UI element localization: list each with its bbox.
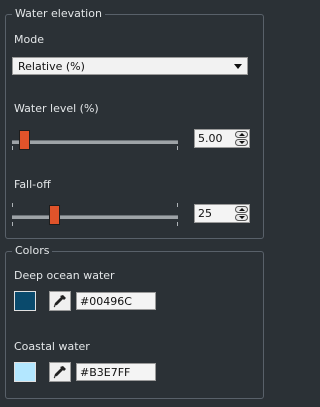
water-level-value: 5.00 (198, 132, 223, 145)
mode-label: Mode (14, 33, 44, 46)
spin-up-icon[interactable] (235, 206, 248, 213)
deep-ocean-eyedropper-button[interactable] (49, 291, 71, 311)
slider-groove (12, 140, 178, 144)
slider-tick (177, 222, 178, 226)
coastal-water-hex-input[interactable]: #B3E7FF (76, 363, 156, 381)
deep-ocean-label: Deep ocean water (14, 269, 115, 282)
water-level-label: Water level (%) (14, 102, 99, 115)
slider-tick (12, 203, 13, 207)
spin-up-icon[interactable] (235, 131, 248, 138)
colors-group: Colors Deep ocean water #00496C Coastal … (5, 244, 264, 399)
falloff-spinbox[interactable]: 25 (194, 204, 250, 223)
mode-dropdown-value: Relative (%) (18, 60, 85, 73)
eyedropper-icon (53, 295, 66, 308)
falloff-slider[interactable] (12, 203, 178, 227)
slider-tick (12, 146, 13, 150)
water-level-slider[interactable] (12, 130, 178, 152)
slider-groove (12, 215, 178, 219)
slider-tick (177, 203, 178, 207)
slider-tick (177, 146, 178, 150)
falloff-slider-handle[interactable] (48, 205, 60, 225)
spin-down-icon[interactable] (235, 214, 248, 221)
eyedropper-icon (53, 366, 66, 379)
deep-ocean-hex-value: #00496C (80, 295, 132, 308)
coastal-water-eyedropper-button[interactable] (49, 362, 71, 382)
colors-title: Colors (12, 244, 53, 258)
water-elevation-title: Water elevation (12, 7, 105, 21)
chevron-down-icon (234, 64, 242, 69)
falloff-value: 25 (198, 207, 212, 220)
mode-dropdown[interactable]: Relative (%) (12, 57, 248, 75)
water-level-spinbox[interactable]: 5.00 (194, 129, 250, 148)
water-level-slider-handle[interactable] (19, 130, 31, 150)
coastal-water-hex-value: #B3E7FF (80, 366, 131, 379)
deep-ocean-hex-input[interactable]: #00496C (76, 292, 156, 310)
water-elevation-group: Water elevation Mode Relative (%) Water … (5, 7, 264, 239)
falloff-label: Fall-off (14, 178, 51, 191)
spin-down-icon[interactable] (235, 139, 248, 146)
slider-tick (12, 222, 13, 226)
deep-ocean-color-swatch[interactable] (14, 291, 36, 311)
coastal-water-label: Coastal water (14, 340, 90, 353)
coastal-water-color-swatch[interactable] (14, 362, 36, 382)
